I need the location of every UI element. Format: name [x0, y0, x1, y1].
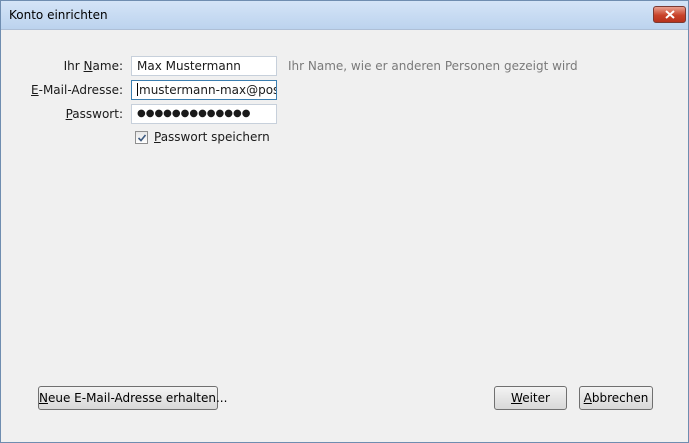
- next-button[interactable]: Weiter: [494, 386, 567, 410]
- email-field[interactable]: mustermann-max@postec: [131, 80, 277, 100]
- dialog-content: Ihr Name: Max Mustermann Ihr Name, wie e…: [1, 30, 688, 442]
- save-password-checkbox[interactable]: [135, 131, 148, 144]
- name-label: Ihr Name:: [63, 59, 123, 73]
- checkmark-icon: [137, 134, 147, 142]
- text-caret: [137, 83, 138, 96]
- save-password-label[interactable]: Passwort speichern: [154, 130, 270, 144]
- close-button[interactable]: [653, 6, 686, 23]
- close-icon: [665, 10, 675, 19]
- password-field-value: ●●●●●●●●●●●●●: [137, 108, 251, 119]
- title-bar[interactable]: Konto einrichten: [1, 1, 688, 30]
- email-label: E-Mail-Adresse:: [31, 83, 123, 97]
- window-title: Konto einrichten: [9, 8, 108, 22]
- email-field-value: mustermann-max@postec: [139, 83, 276, 97]
- name-hint: Ihr Name, wie er anderen Personen gezeig…: [288, 59, 578, 73]
- cancel-button[interactable]: Abbrechen: [579, 386, 653, 410]
- dialog-window: Konto einrichten Ihr Name: Max Musterman…: [0, 0, 689, 443]
- new-email-button[interactable]: Neue E-Mail-Adresse erhalten...: [38, 386, 227, 410]
- name-field[interactable]: Max Mustermann: [131, 56, 277, 76]
- name-field-value: Max Mustermann: [137, 59, 241, 73]
- password-label: Passwort:: [65, 107, 123, 121]
- password-field[interactable]: ●●●●●●●●●●●●●: [131, 104, 277, 124]
